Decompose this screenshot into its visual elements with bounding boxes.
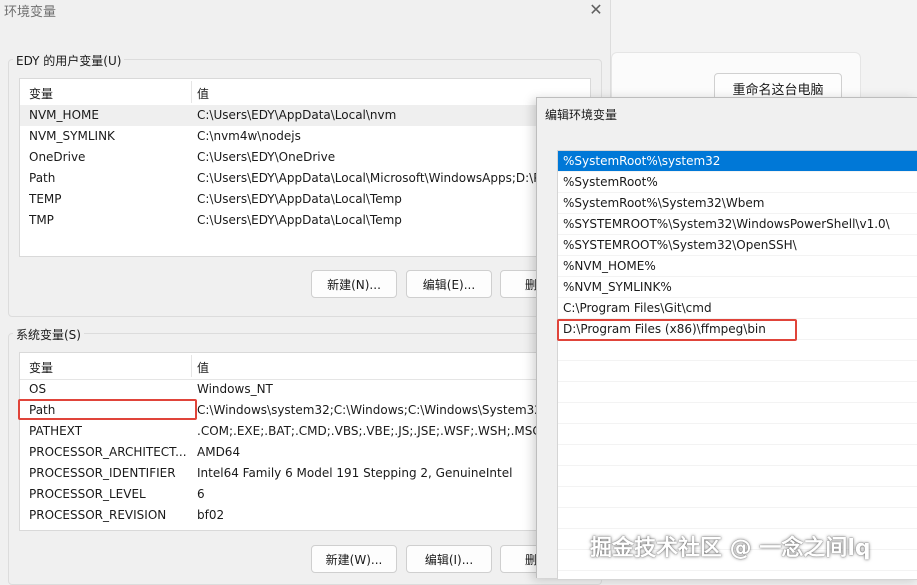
table-row[interactable]: PROCESSOR_LEVEL 6 [20,484,590,505]
table-row[interactable]: NVM_HOME C:\Users\EDY\AppData\Local\nvm [20,105,590,126]
watermark: 掘金技术社区 @ 一念之间lq [590,536,871,561]
variable-value: C:\nvm4w\nodejs [197,129,301,143]
table-row[interactable]: Path C:\Users\EDY\AppData\Local\Microsof… [20,168,590,189]
column-header-value[interactable]: 值 [197,359,209,376]
list-header: 变量 值 [20,79,590,106]
variable-value: Intel64 Family 6 Model 191 Stepping 2, G… [197,466,513,480]
table-row[interactable]: PROCESSOR_IDENTIFIER Intel64 Family 6 Mo… [20,463,590,484]
table-row[interactable]: PROCESSOR_ARCHITECT... AMD64 [20,442,590,463]
variable-name: TEMP [29,192,62,206]
variable-name: PROCESSOR_REVISION [29,508,167,522]
variable-name: PATHEXT [29,424,83,438]
user-edit-button[interactable]: 编辑(E)... [406,270,492,298]
variable-value: C:\Users\EDY\AppData\Local\Temp [197,213,402,227]
list-header: 变量 值 [20,353,590,380]
system-edit-button[interactable]: 编辑(I)... [406,545,492,573]
user-variables-list[interactable]: 变量 值 NVM_HOME C:\Users\EDY\AppData\Local… [19,78,591,257]
dialog-title: 编辑环境变量 [545,108,618,122]
variable-value: C:\Users\EDY\AppData\Local\Temp [197,192,402,206]
close-icon[interactable]: ✕ [586,0,606,20]
table-row[interactable]: OneDrive C:\Users\EDY\OneDrive [20,147,590,168]
variable-value: Windows_NT [197,382,273,396]
user-variables-label: EDY 的用户变量(U) [13,52,125,69]
variable-value: C:\Users\EDY\OneDrive [197,150,336,164]
table-row[interactable]: PROCESSOR_REVISION bf02 [20,505,590,526]
table-row[interactable]: TMP C:\Users\EDY\AppData\Local\Temp [20,210,590,231]
list-item[interactable]: %SystemRoot%\system32 [558,151,917,172]
ffmpeg-entry-highlight-box [557,319,797,341]
column-header-variable[interactable]: 变量 [29,359,53,376]
variable-value: C:\Windows\system32;C:\Windows;C:\Window… [197,403,585,417]
path-highlight-box [18,399,197,420]
variable-value: .COM;.EXE;.BAT;.CMD;.VBS;.VBE;.JS;.JSE;.… [197,424,541,438]
system-variables-label: 系统变量(S) [13,326,84,343]
list-item[interactable]: %SystemRoot% [558,172,917,193]
variable-name: TMP [29,213,54,227]
variable-name: Path [29,171,56,185]
environment-variables-dialog: 环境变量 ✕ EDY 的用户变量(U) 变量 值 NVM_HOME C:\Use… [0,0,610,585]
list-item[interactable]: %NVM_SYMLINK% [558,277,917,298]
column-header-value[interactable]: 值 [197,85,209,102]
edit-environment-variable-dialog: 编辑环境变量 %SystemRoot%\system32 %SystemRoot… [536,97,917,580]
variable-name: NVM_HOME [29,108,99,122]
variable-value: AMD64 [197,445,241,459]
variable-name: OneDrive [29,150,86,164]
variable-name: OS [29,382,47,396]
variable-value: bf02 [197,508,225,522]
variable-name: NVM_SYMLINK [29,129,115,143]
table-row[interactable]: TEMP C:\Users\EDY\AppData\Local\Temp [20,189,590,210]
path-entries-list[interactable]: %SystemRoot%\system32 %SystemRoot% %Syst… [557,150,917,580]
variable-name: PROCESSOR_LEVEL [29,487,146,501]
list-item[interactable]: %NVM_HOME% [558,256,917,277]
column-header-variable[interactable]: 变量 [29,85,53,102]
list-item[interactable]: %SYSTEMROOT%\System32\OpenSSH\ [558,235,917,256]
list-item[interactable]: C:\Program Files\Git\cmd [558,298,917,319]
table-row[interactable]: OS Windows_NT [20,379,590,400]
variable-value: 6 [197,487,205,501]
variable-name: PROCESSOR_ARCHITECT... [29,445,187,459]
dialog-title: 环境变量 [4,5,57,20]
list-item[interactable]: %SystemRoot%\System32\Wbem [558,193,917,214]
table-row[interactable]: NVM_SYMLINK C:\nvm4w\nodejs [20,126,590,147]
variable-value: C:\Users\EDY\AppData\Local\Microsoft\Win… [197,171,560,185]
table-row[interactable]: PATHEXT .COM;.EXE;.BAT;.CMD;.VBS;.VBE;.J… [20,421,590,442]
variable-value: C:\Users\EDY\AppData\Local\nvm [197,108,397,122]
variable-name: PROCESSOR_IDENTIFIER [29,466,176,480]
system-new-button[interactable]: 新建(W)... [311,545,397,573]
user-new-button[interactable]: 新建(N)... [311,270,397,298]
system-variables-list[interactable]: 变量 值 OS Windows_NT Path C:\Windows\syste… [19,352,591,531]
list-item[interactable]: %SYSTEMROOT%\System32\WindowsPowerShell\… [558,214,917,235]
